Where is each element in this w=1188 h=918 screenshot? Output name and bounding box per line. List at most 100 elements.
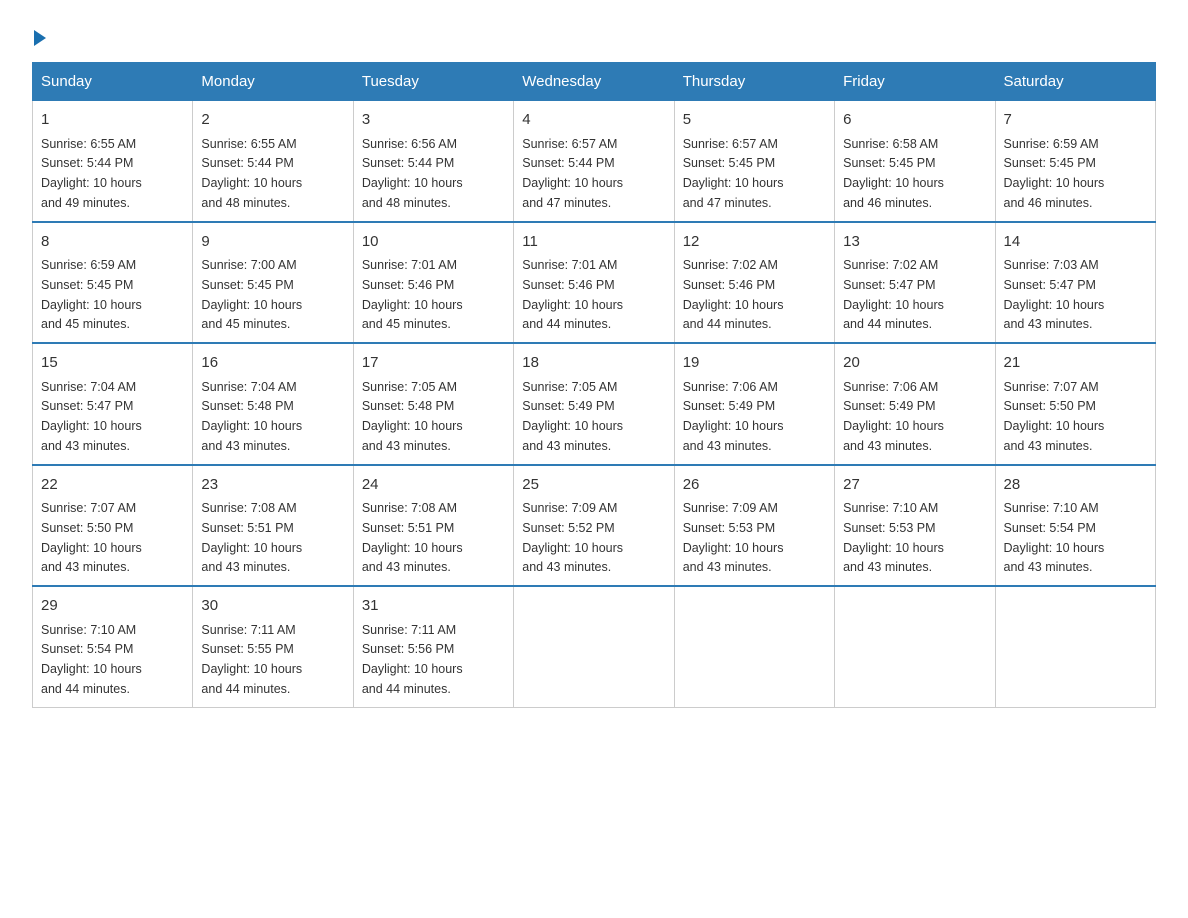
calendar-cell: 3 Sunrise: 6:56 AMSunset: 5:44 PMDaylight… [353,101,513,222]
page-header [32,24,1156,46]
day-number: 16 [201,352,344,375]
day-info: Sunrise: 7:11 AMSunset: 5:55 PMDaylight:… [201,623,302,696]
day-number: 25 [522,474,665,497]
calendar-cell: 23 Sunrise: 7:08 AMSunset: 5:51 PMDayligh… [193,465,353,587]
calendar-cell [674,586,834,707]
day-info: Sunrise: 7:09 AMSunset: 5:52 PMDaylight:… [522,501,623,574]
day-number: 24 [362,474,505,497]
calendar-cell: 30 Sunrise: 7:11 AMSunset: 5:55 PMDayligh… [193,586,353,707]
calendar-cell: 7 Sunrise: 6:59 AMSunset: 5:45 PMDaylight… [995,101,1155,222]
calendar-cell: 27 Sunrise: 7:10 AMSunset: 5:53 PMDayligh… [835,465,995,587]
day-number: 9 [201,231,344,254]
calendar-cell: 11 Sunrise: 7:01 AMSunset: 5:46 PMDayligh… [514,222,674,344]
day-number: 7 [1004,109,1147,132]
calendar-cell: 6 Sunrise: 6:58 AMSunset: 5:45 PMDaylight… [835,101,995,222]
day-info: Sunrise: 6:58 AMSunset: 5:45 PMDaylight:… [843,137,944,210]
column-header-sunday: Sunday [33,63,193,101]
calendar-header-row: SundayMondayTuesdayWednesdayThursdayFrid… [33,63,1156,101]
logo [32,24,46,46]
logo-arrow-icon [34,30,46,46]
day-info: Sunrise: 7:11 AMSunset: 5:56 PMDaylight:… [362,623,463,696]
day-info: Sunrise: 7:04 AMSunset: 5:48 PMDaylight:… [201,380,302,453]
day-number: 8 [41,231,184,254]
calendar-cell: 28Sunrise: 7:10 AMSunset: 5:54 PMDayligh… [995,465,1155,587]
day-number: 4 [522,109,665,132]
day-info: Sunrise: 6:59 AMSunset: 5:45 PMDaylight:… [1004,137,1105,210]
calendar-cell: 4 Sunrise: 6:57 AMSunset: 5:44 PMDaylight… [514,101,674,222]
day-number: 12 [683,231,826,254]
day-info: Sunrise: 6:57 AMSunset: 5:44 PMDaylight:… [522,137,623,210]
column-header-monday: Monday [193,63,353,101]
column-header-wednesday: Wednesday [514,63,674,101]
day-info: Sunrise: 7:07 AMSunset: 5:50 PMDaylight:… [1004,380,1105,453]
day-number: 1 [41,109,184,132]
day-info: Sunrise: 7:01 AMSunset: 5:46 PMDaylight:… [522,258,623,331]
column-header-thursday: Thursday [674,63,834,101]
day-info: Sunrise: 7:05 AMSunset: 5:48 PMDaylight:… [362,380,463,453]
calendar-cell: 26 Sunrise: 7:09 AMSunset: 5:53 PMDayligh… [674,465,834,587]
day-info: Sunrise: 7:05 AMSunset: 5:49 PMDaylight:… [522,380,623,453]
calendar-week-row: 15 Sunrise: 7:04 AMSunset: 5:47 PMDayligh… [33,343,1156,465]
calendar-cell: 15 Sunrise: 7:04 AMSunset: 5:47 PMDayligh… [33,343,193,465]
calendar-week-row: 29 Sunrise: 7:10 AMSunset: 5:54 PMDayligh… [33,586,1156,707]
day-number: 15 [41,352,184,375]
calendar-cell: 9 Sunrise: 7:00 AMSunset: 5:45 PMDaylight… [193,222,353,344]
calendar-cell: 20 Sunrise: 7:06 AMSunset: 5:49 PMDayligh… [835,343,995,465]
day-number: 6 [843,109,986,132]
day-info: Sunrise: 7:10 AMSunset: 5:53 PMDaylight:… [843,501,944,574]
column-header-saturday: Saturday [995,63,1155,101]
day-info: Sunrise: 7:10 AMSunset: 5:54 PMDaylight:… [1004,501,1105,574]
day-number: 22 [41,474,184,497]
day-number: 30 [201,595,344,618]
day-info: Sunrise: 6:59 AMSunset: 5:45 PMDaylight:… [41,258,142,331]
day-info: Sunrise: 6:55 AMSunset: 5:44 PMDaylight:… [201,137,302,210]
calendar-cell: 21 Sunrise: 7:07 AMSunset: 5:50 PMDayligh… [995,343,1155,465]
day-info: Sunrise: 7:10 AMSunset: 5:54 PMDaylight:… [41,623,142,696]
day-number: 21 [1004,352,1147,375]
day-info: Sunrise: 7:00 AMSunset: 5:45 PMDaylight:… [201,258,302,331]
calendar-cell: 25 Sunrise: 7:09 AMSunset: 5:52 PMDayligh… [514,465,674,587]
calendar-table: SundayMondayTuesdayWednesdayThursdayFrid… [32,62,1156,708]
calendar-cell: 24Sunrise: 7:08 AMSunset: 5:51 PMDayligh… [353,465,513,587]
calendar-cell: 16 Sunrise: 7:04 AMSunset: 5:48 PMDayligh… [193,343,353,465]
day-number: 31 [362,595,505,618]
day-number: 13 [843,231,986,254]
day-info: Sunrise: 6:56 AMSunset: 5:44 PMDaylight:… [362,137,463,210]
day-info: Sunrise: 7:01 AMSunset: 5:46 PMDaylight:… [362,258,463,331]
day-info: Sunrise: 7:06 AMSunset: 5:49 PMDaylight:… [843,380,944,453]
calendar-cell: 14Sunrise: 7:03 AMSunset: 5:47 PMDayligh… [995,222,1155,344]
day-number: 29 [41,595,184,618]
day-number: 19 [683,352,826,375]
day-info: Sunrise: 7:04 AMSunset: 5:47 PMDaylight:… [41,380,142,453]
day-info: Sunrise: 6:57 AMSunset: 5:45 PMDaylight:… [683,137,784,210]
day-info: Sunrise: 7:08 AMSunset: 5:51 PMDaylight:… [201,501,302,574]
calendar-cell [514,586,674,707]
day-number: 20 [843,352,986,375]
calendar-cell: 2Sunrise: 6:55 AMSunset: 5:44 PMDaylight… [193,101,353,222]
calendar-cell: 10 Sunrise: 7:01 AMSunset: 5:46 PMDayligh… [353,222,513,344]
calendar-cell [995,586,1155,707]
calendar-week-row: 22 Sunrise: 7:07 AMSunset: 5:50 PMDayligh… [33,465,1156,587]
calendar-cell [835,586,995,707]
calendar-week-row: 8 Sunrise: 6:59 AMSunset: 5:45 PMDaylight… [33,222,1156,344]
calendar-cell: 22 Sunrise: 7:07 AMSunset: 5:50 PMDayligh… [33,465,193,587]
day-info: Sunrise: 7:03 AMSunset: 5:47 PMDaylight:… [1004,258,1105,331]
day-number: 23 [201,474,344,497]
day-number: 10 [362,231,505,254]
day-number: 5 [683,109,826,132]
day-info: Sunrise: 7:07 AMSunset: 5:50 PMDaylight:… [41,501,142,574]
day-number: 3 [362,109,505,132]
calendar-cell: 1Sunrise: 6:55 AMSunset: 5:44 PMDaylight… [33,101,193,222]
column-header-tuesday: Tuesday [353,63,513,101]
calendar-cell: 5 Sunrise: 6:57 AMSunset: 5:45 PMDaylight… [674,101,834,222]
calendar-cell: 12Sunrise: 7:02 AMSunset: 5:46 PMDayligh… [674,222,834,344]
calendar-cell: 17 Sunrise: 7:05 AMSunset: 5:48 PMDayligh… [353,343,513,465]
day-info: Sunrise: 7:02 AMSunset: 5:47 PMDaylight:… [843,258,944,331]
day-number: 27 [843,474,986,497]
day-number: 17 [362,352,505,375]
day-info: Sunrise: 7:09 AMSunset: 5:53 PMDaylight:… [683,501,784,574]
day-info: Sunrise: 7:06 AMSunset: 5:49 PMDaylight:… [683,380,784,453]
day-number: 11 [522,231,665,254]
day-number: 18 [522,352,665,375]
day-number: 26 [683,474,826,497]
